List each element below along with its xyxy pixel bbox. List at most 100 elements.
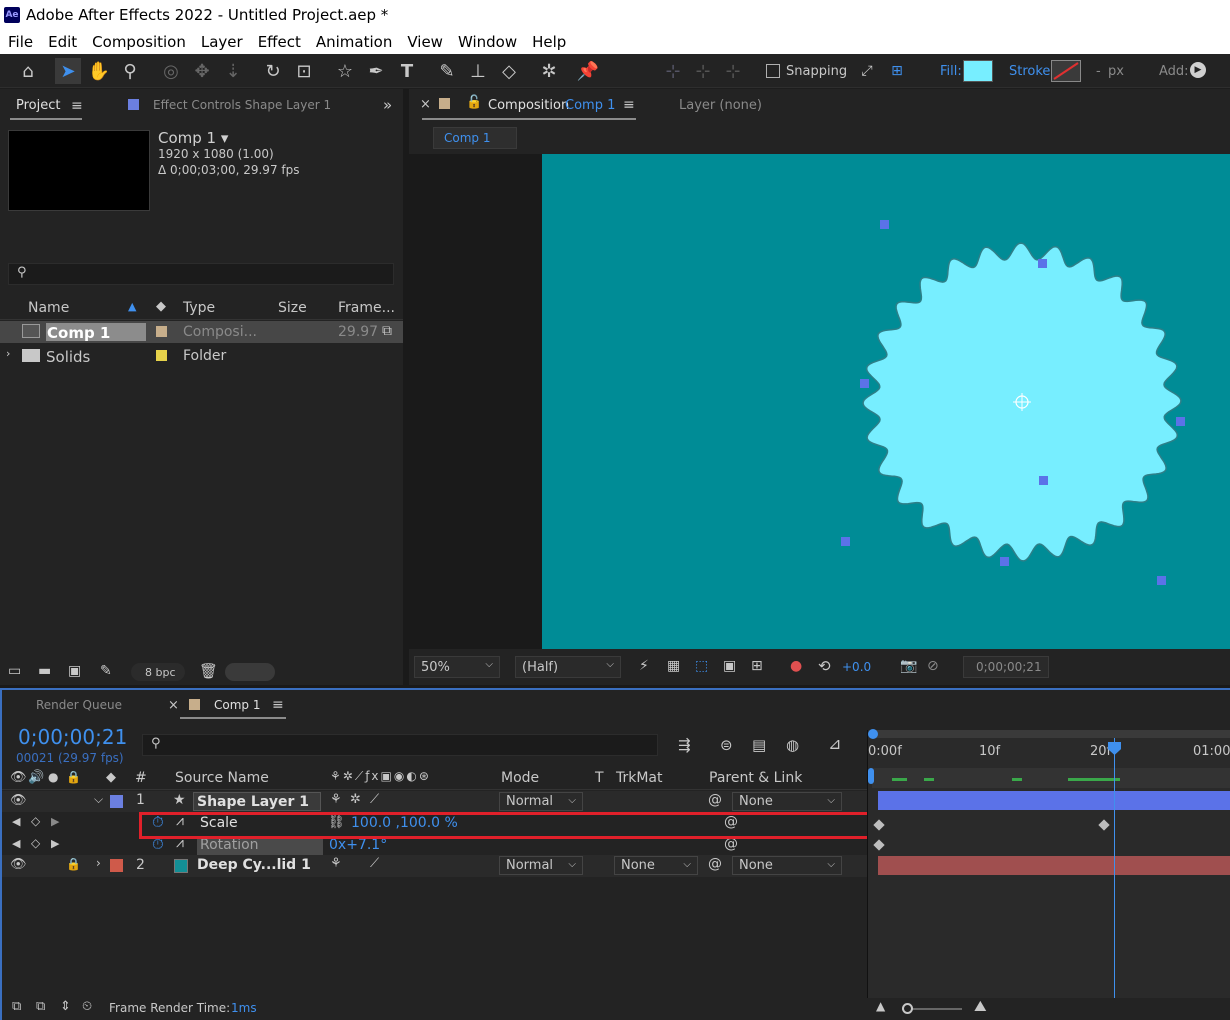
- menu-window[interactable]: Window: [458, 33, 517, 51]
- region-of-interest-icon[interactable]: ▣: [723, 658, 736, 674]
- close-tab-icon[interactable]: ×: [420, 97, 431, 112]
- clone-stamp-icon[interactable]: ⊥: [465, 58, 491, 84]
- keyframe[interactable]: [873, 819, 885, 831]
- menu-edit[interactable]: Edit: [48, 33, 77, 51]
- label-color[interactable]: [156, 326, 167, 337]
- menu-help[interactable]: Help: [532, 33, 566, 51]
- col-parent-link[interactable]: Parent & Link: [709, 770, 802, 786]
- col-number[interactable]: #: [135, 770, 147, 786]
- thumbnail-slider[interactable]: [225, 663, 275, 681]
- snapshot-icon[interactable]: 📷: [900, 658, 917, 674]
- col-source-name[interactable]: Source Name: [175, 770, 269, 786]
- brush-tool-icon[interactable]: ✎: [434, 58, 460, 84]
- tab-effect-controls[interactable]: Effect Controls Shape Layer 1: [153, 98, 331, 112]
- layer-row-solid[interactable]: 👁 🔒 › 2 Deep Cy...lid 1 ⚘ ⟋ Normal ⌵ None…: [2, 855, 868, 877]
- layer-label-color[interactable]: [110, 859, 123, 872]
- snap-grid-icon[interactable]: ⊞: [884, 58, 910, 84]
- add-keyframe-icon[interactable]: ◇: [31, 814, 40, 828]
- comp-name[interactable]: Comp 1 ▾: [158, 129, 228, 147]
- visibility-eye-icon[interactable]: 👁: [10, 793, 27, 808]
- shy-layers-icon[interactable]: ⊜: [720, 736, 733, 754]
- stroke-width-value[interactable]: -: [1096, 64, 1101, 79]
- zoom-dropdown[interactable]: 50% ⌵: [414, 656, 500, 678]
- timeline-search-input[interactable]: ⚲: [142, 734, 658, 756]
- puppet-pin-icon[interactable]: 📌: [575, 58, 601, 84]
- property-value[interactable]: 0x+7.1°: [329, 837, 387, 853]
- zoom-slider-handle[interactable]: [902, 1003, 913, 1014]
- exposure-value[interactable]: +0.0: [842, 660, 871, 674]
- layer-bar-solid[interactable]: [878, 856, 1230, 875]
- prev-keyframe-icon[interactable]: ◀: [12, 837, 20, 850]
- label-column-icon[interactable]: ◆: [106, 770, 116, 785]
- menu-animation[interactable]: Animation: [316, 33, 392, 51]
- col-frame-rate[interactable]: Frame...: [338, 300, 395, 316]
- trash-icon[interactable]: 🗑: [199, 662, 218, 680]
- prev-keyframe-icon[interactable]: ◀: [12, 815, 20, 828]
- parent-dropdown[interactable]: None ⌵: [732, 792, 842, 811]
- time-graph[interactable]: 0:00f 10f 20f 01:00f: [868, 729, 1230, 1000]
- label-color[interactable]: [156, 350, 167, 361]
- layer-row-shape-layer[interactable]: 👁 ⌵ 1 ★ Shape Layer 1 ⚘ ✲ ⟋ Normal ⌵ @ No…: [2, 791, 868, 812]
- eraser-tool-icon[interactable]: ◇: [496, 58, 522, 84]
- visibility-eye-icon[interactable]: 👁: [10, 857, 27, 872]
- collapse-switch-icon[interactable]: ✲: [350, 792, 361, 807]
- hand-tool-icon[interactable]: ✋: [86, 58, 112, 84]
- transparency-grid-icon[interactable]: ▦: [667, 658, 680, 674]
- panel-menu-icon[interactable]: ≡: [272, 697, 284, 713]
- anchor-tool-icon[interactable]: ⊡: [291, 58, 317, 84]
- work-area-bar[interactable]: [872, 730, 1230, 738]
- expand-arrow-icon[interactable]: ›: [6, 347, 10, 360]
- adjust-settings-icon[interactable]: ✎: [100, 663, 112, 679]
- layer-lock-icon[interactable]: 🔒: [66, 857, 81, 871]
- lock-column-icon[interactable]: 🔒: [66, 770, 81, 784]
- next-keyframe-icon[interactable]: ▶: [51, 815, 59, 828]
- menu-composition[interactable]: Composition: [92, 33, 186, 51]
- col-t[interactable]: T: [595, 770, 604, 786]
- bpc-button[interactable]: 8 bpc: [145, 666, 176, 679]
- work-area-start-handle[interactable]: [868, 729, 878, 739]
- shape-layer-gear[interactable]: [542, 154, 1230, 649]
- col-size[interactable]: Size: [278, 300, 307, 316]
- menu-effect[interactable]: Effect: [258, 33, 301, 51]
- fill-color-swatch[interactable]: [963, 60, 993, 82]
- timecode-field[interactable]: 0;00;00;21: [963, 656, 1049, 678]
- comp-flowchart-icon[interactable]: ⇶: [678, 736, 691, 754]
- new-composition-icon[interactable]: ▣: [68, 663, 81, 679]
- col-trkmat[interactable]: TrkMat: [616, 770, 663, 786]
- rotation-tool-icon[interactable]: ↻: [260, 58, 286, 84]
- type-tool-icon[interactable]: T: [394, 58, 420, 84]
- next-keyframe-icon[interactable]: ▶: [51, 837, 59, 850]
- graph-editor-icon[interactable]: ⊿: [828, 734, 841, 753]
- interpret-footage-icon[interactable]: ▭: [8, 663, 21, 679]
- blend-mode-dropdown[interactable]: Normal ⌵: [499, 792, 583, 811]
- snap-line-icon[interactable]: ⤢: [854, 58, 880, 84]
- layer-label-color[interactable]: [110, 795, 123, 808]
- current-time-indicator[interactable]: [1114, 738, 1115, 1000]
- pen-tool-icon[interactable]: ✒: [363, 58, 389, 84]
- comp-canvas[interactable]: [542, 154, 1230, 649]
- tab-layer[interactable]: Layer (none): [679, 98, 762, 113]
- pan-camera-icon[interactable]: ✥: [189, 58, 215, 84]
- video-eye-icon[interactable]: 👁: [10, 770, 27, 785]
- col-mode[interactable]: Mode: [501, 770, 539, 786]
- layer-bar-shape-layer[interactable]: [878, 791, 1230, 810]
- selection-tool-icon[interactable]: ➤: [55, 58, 81, 84]
- in-out-toggle-icon[interactable]: ⇕: [60, 999, 71, 1014]
- zoom-in-icon[interactable]: ⛰: [974, 997, 987, 1015]
- axis-world-icon[interactable]: ⊹: [690, 58, 716, 84]
- menu-layer[interactable]: Layer: [201, 33, 243, 51]
- shy-switch-icon[interactable]: ⚘: [330, 792, 342, 807]
- pickwhip-icon[interactable]: @: [708, 792, 722, 808]
- quality-switch-icon[interactable]: ⟋: [370, 792, 379, 807]
- add-menu-icon[interactable]: ▶: [1190, 62, 1206, 78]
- star-tool-icon[interactable]: ☆: [332, 58, 358, 84]
- show-snapshot-icon[interactable]: ⊘: [927, 658, 939, 674]
- stroke-color-swatch[interactable]: [1051, 60, 1081, 82]
- keyframe[interactable]: [873, 839, 885, 851]
- motion-blur-icon[interactable]: ◍: [786, 736, 799, 754]
- flowchart-icon[interactable]: ⧉: [382, 323, 392, 339]
- close-tab-icon[interactable]: ×: [168, 698, 179, 713]
- tab-render-queue[interactable]: Render Queue: [36, 698, 122, 712]
- grid-guides-icon[interactable]: ⊞: [751, 658, 763, 674]
- pickwhip-icon[interactable]: @: [708, 856, 722, 872]
